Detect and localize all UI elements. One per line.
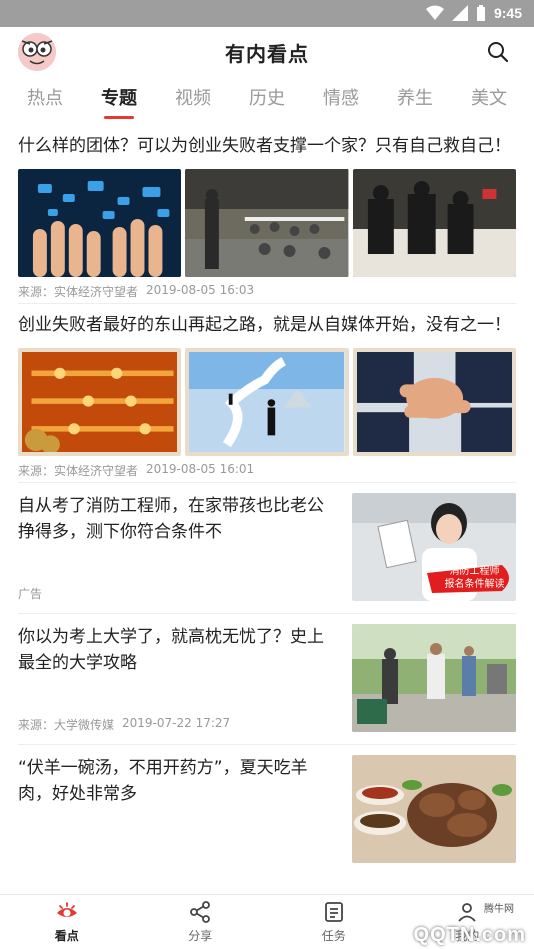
status-time: 9:45 <box>493 5 522 21</box>
status-bar: 9:45 <box>0 0 534 27</box>
list-item[interactable]: 自从考了消防工程师，在家带孩也比老公挣得多，测下你符合条件不 广告 消防工程师 … <box>0 483 534 613</box>
article-feed[interactable]: 什么样的团体？可以为创业失败者支撑一个家？只有自己救自己！ 来源：实体经济守望者… <box>0 125 534 894</box>
tab-essay[interactable]: 美文 <box>452 77 526 125</box>
battery-icon <box>476 5 485 21</box>
list-item[interactable]: “伏羊一碗汤，不用开药方”，夏天吃羊肉，好处非常多 <box>0 745 534 875</box>
avatar[interactable] <box>18 33 56 71</box>
article-title: 创业失败者最好的东山再起之路，就是从自媒体开始，没有之一！ <box>18 315 511 335</box>
search-icon <box>488 42 509 63</box>
watermark: QQTN.com <box>413 924 526 946</box>
profile-icon <box>458 903 476 922</box>
article-images <box>18 169 516 277</box>
tab-hot[interactable]: 热点 <box>8 77 82 125</box>
article-thumbnail <box>352 624 516 732</box>
article-image <box>185 169 349 277</box>
article-title: “伏羊一碗汤，不用开药方”，夏天吃羊肉，好处非常多 <box>18 758 308 804</box>
list-item[interactable]: 你以为考上大学了，就高枕无忧了？史上最全的大学攻略 来源：大学微传媒 2019-… <box>0 614 534 744</box>
tab-history[interactable]: 历史 <box>230 77 304 125</box>
article-title: 自从考了消防工程师，在家带孩也比老公挣得多，测下你符合条件不 <box>18 496 324 542</box>
article-thumbnail <box>352 755 516 863</box>
tab-health[interactable]: 养生 <box>378 77 452 125</box>
article-image <box>352 169 516 277</box>
wifi-icon <box>425 5 444 20</box>
watermark-small: 腾牛网 <box>484 904 514 915</box>
thumb-caption-line1: 消防工程师 <box>449 566 500 577</box>
article-meta: 来源：实体经济守望者 2019-08-05 16:03 <box>18 283 516 303</box>
nav-watch[interactable]: 看点 <box>0 895 134 949</box>
article-meta: 来源：大学微传媒 2019-07-22 17:27 <box>18 716 338 736</box>
nav-label: 分享 <box>188 929 213 943</box>
article-time: 2019-08-05 16:01 <box>146 462 255 476</box>
article-source: 来源：大学微传媒 <box>18 718 115 732</box>
article-title: 你以为考上大学了，就高枕无忧了？史上最全的大学攻略 <box>18 627 324 673</box>
list-item[interactable]: 什么样的团体？可以为创业失败者支撑一个家？只有自己救自己！ 来源：实体经济守望者… <box>0 125 534 303</box>
list-item[interactable]: 创业失败者最好的东山再起之路，就是从自媒体开始，没有之一！ 来源：实体经济守望者… <box>0 304 534 482</box>
app-title: 有内看点 <box>225 41 309 66</box>
article-meta: 来源：实体经济守望者 2019-08-05 16:01 <box>18 462 516 482</box>
article-source: 来源：实体经济守望者 <box>18 285 139 299</box>
nav-task[interactable]: 任务 <box>267 895 401 949</box>
ad-label: 广告 <box>18 587 43 601</box>
article-thumbnail: 消防工程师 报名条件解读 <box>352 493 516 601</box>
task-icon <box>324 902 343 922</box>
search-button[interactable] <box>486 40 510 64</box>
article-time: 2019-08-05 16:03 <box>146 283 255 297</box>
signal-icon <box>451 5 468 21</box>
article-meta: 广告 <box>18 585 338 605</box>
article-source: 来源：实体经济守望者 <box>18 464 139 478</box>
article-title: 什么样的团体？可以为创业失败者支撑一个家？只有自己救自己！ <box>18 136 511 156</box>
tab-emotion[interactable]: 情感 <box>304 77 378 125</box>
article-image <box>18 169 182 277</box>
article-images <box>18 348 516 456</box>
app-header: 有内看点 <box>0 27 534 77</box>
nav-share[interactable]: 分享 <box>134 895 268 949</box>
nav-label: 任务 <box>321 929 346 943</box>
article-image <box>352 348 516 456</box>
article-time: 2019-07-22 17:27 <box>122 716 231 730</box>
article-image <box>18 348 182 456</box>
nav-label: 看点 <box>54 929 79 943</box>
eye-icon <box>56 902 77 917</box>
share-icon <box>190 901 211 923</box>
tab-topics[interactable]: 专题 <box>82 77 156 125</box>
tab-video[interactable]: 视频 <box>156 77 230 125</box>
category-tabs: 热点 专题 视频 历史 情感 养生 美文 <box>0 77 534 125</box>
article-image <box>185 348 349 456</box>
thumb-caption-line2: 报名条件解读 <box>444 579 505 590</box>
